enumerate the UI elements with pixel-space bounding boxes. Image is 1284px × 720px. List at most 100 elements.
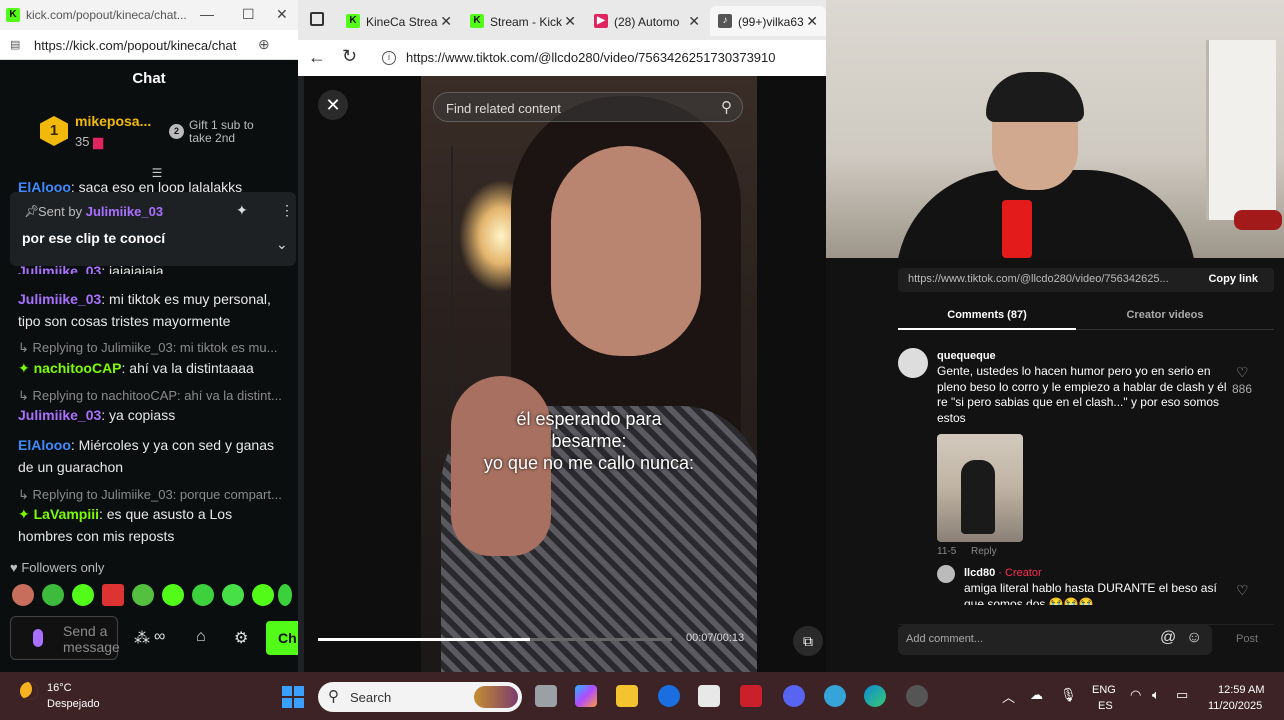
emote-icon[interactable] [72, 584, 94, 606]
gift-leaderboard[interactable]: 1 mikeposa... 35 ▆ 2 Gift 1 sub to take … [0, 100, 298, 180]
reply-context[interactable]: ↳ Replying to nachitooCAP: ahí va la dis… [18, 388, 290, 404]
comment-user[interactable]: llcd80 · Creator [964, 567, 1042, 579]
video-progress-bar[interactable] [318, 638, 672, 641]
avatar[interactable] [898, 348, 928, 378]
emote-icon[interactable] [222, 584, 244, 606]
emote-icon[interactable] [102, 584, 124, 606]
clock-date[interactable]: 11/20/2025 [1208, 700, 1262, 712]
heart-icon[interactable]: ♡ [1236, 582, 1249, 599]
more-options-icon[interactable]: ⋮ [280, 202, 294, 219]
chat-input[interactable]: Send a message [10, 616, 120, 660]
taskbar-search-placeholder[interactable]: Search [350, 690, 391, 705]
mic-icon[interactable]: 🎙︎ [1060, 687, 1077, 703]
tab-comments[interactable]: Comments (87) [898, 302, 1076, 330]
minimize-icon[interactable]: — [200, 6, 214, 22]
webcam-shape [986, 72, 1084, 122]
emote-icon[interactable] [278, 584, 292, 606]
weather-temp[interactable]: 16°C [47, 682, 72, 694]
task-view-icon[interactable] [535, 685, 557, 707]
pinned-message[interactable]: 📌︎ Sent by Julimiike_03 ✦ ⋮ por ese clip… [10, 192, 296, 266]
comment-input[interactable]: Add comment... @ ☺ [898, 625, 1212, 655]
emote-icon[interactable] [192, 584, 214, 606]
gear-icon[interactable]: ⚙ [234, 628, 248, 648]
comment-user[interactable]: quequeque [937, 350, 996, 362]
browser-tab[interactable]: K Stream - Kick ✕ [462, 6, 584, 36]
file-explorer-icon[interactable] [616, 685, 638, 707]
reload-icon[interactable]: ↻ [342, 46, 357, 67]
post-button[interactable]: Post [1236, 633, 1258, 645]
share-link[interactable]: https://www.tiktok.com/@llcdo280/video/7… [908, 273, 1178, 285]
leader-name[interactable]: mikeposa... [75, 113, 151, 129]
chevron-up-icon[interactable]: ︿ [1002, 687, 1015, 706]
browser-tab[interactable]: K KineCa Strea ✕ [338, 6, 460, 36]
site-info-icon[interactable]: i [382, 51, 396, 65]
hp-icon[interactable] [658, 685, 680, 707]
emote-icon[interactable] [252, 584, 274, 606]
windows-start-icon[interactable] [282, 686, 304, 708]
tab-actions-icon[interactable] [310, 12, 324, 26]
unpin-icon[interactable]: ✦ [236, 202, 248, 219]
weather-desc[interactable]: Despejado [47, 698, 100, 710]
store-icon[interactable]: ⌂ [196, 628, 206, 646]
comment-image[interactable] [937, 434, 1023, 542]
wifi-icon[interactable]: ◠ [1130, 687, 1141, 703]
copy-link-button[interactable]: Copy link [1208, 273, 1258, 285]
chat-send-button[interactable]: Ch [266, 621, 298, 655]
moon-icon[interactable] [20, 682, 38, 700]
infinity-icon[interactable]: ∞ [154, 628, 165, 646]
video-player[interactable]: Find related content ⚲ él esperando para… [421, 76, 757, 672]
obs-icon[interactable] [906, 685, 928, 707]
youtube-favicon-icon: ▶ [594, 14, 608, 28]
close-tab-icon[interactable]: ✕ [688, 13, 700, 30]
gift-text[interactable]: Gift 1 sub to take 2nd [189, 119, 279, 145]
reply-button[interactable]: Reply [971, 546, 997, 557]
keyboard-layout[interactable]: ES [1098, 700, 1113, 712]
close-tab-icon[interactable]: ✕ [564, 13, 576, 30]
close-video-button[interactable]: ✕ [318, 90, 348, 120]
find-related-search[interactable]: Find related content ⚲ [433, 92, 743, 122]
maximize-icon[interactable]: ☐ [242, 6, 255, 23]
battery-icon[interactable]: ▭ [1176, 687, 1188, 703]
language-indicator[interactable]: ENG [1092, 684, 1116, 696]
kick-url-bar[interactable]: ▤ https://kick.com/popout/kineca/chat ⊕ [0, 30, 298, 60]
tab-creator-videos[interactable]: Creator videos [1076, 302, 1254, 330]
reply-context[interactable]: ↳ Replying to Julimiike_03: porque compa… [18, 487, 290, 503]
mcafee-icon[interactable] [740, 685, 762, 707]
emote-icon[interactable] [162, 584, 184, 606]
taskbar-search[interactable]: ⚲ Search [318, 682, 522, 712]
chat-input-placeholder[interactable]: Send a message [63, 623, 120, 655]
heart-icon[interactable]: ♡ [1236, 364, 1249, 381]
kick-url[interactable]: https://kick.com/popout/kineca/chat [34, 38, 236, 53]
avatar[interactable] [937, 565, 955, 583]
zoom-icon[interactable]: ⊕ [258, 36, 270, 53]
browser-app-icon[interactable] [824, 685, 846, 707]
reply-context[interactable]: ↳ Replying to Julimiike_03: mi tiktok es… [18, 340, 290, 356]
comment-placeholder[interactable]: Add comment... [906, 633, 983, 645]
page-info-icon[interactable]: ▤ [10, 38, 20, 51]
browser-tab-active[interactable]: ♪ (99+)vilka63 ✕ [710, 6, 826, 36]
store-icon[interactable] [698, 685, 720, 707]
address-bar[interactable]: https://www.tiktok.com/@llcdo280/video/7… [406, 50, 776, 65]
chevron-down-icon[interactable]: ⌄ [276, 236, 288, 253]
discord-icon[interactable] [783, 685, 805, 707]
search-placeholder[interactable]: Find related content [446, 101, 561, 116]
pip-icon[interactable]: ⧉ [793, 626, 823, 656]
mic-icon[interactable] [33, 629, 43, 647]
emote-picker-icon[interactable]: ⁂ [134, 628, 150, 648]
browser-tab[interactable]: ▶ (28) Automo ✕ [586, 6, 708, 36]
close-tab-icon[interactable]: ✕ [806, 13, 818, 30]
emoji-icon[interactable]: ☺ [1186, 629, 1202, 647]
emote-icon[interactable] [132, 584, 154, 606]
close-window-icon[interactable]: ✕ [276, 6, 288, 23]
search-icon[interactable]: ⚲ [721, 98, 732, 116]
back-icon[interactable]: ← [308, 47, 326, 68]
copilot-icon[interactable] [575, 685, 597, 707]
emote-icon[interactable] [42, 584, 64, 606]
edge-icon[interactable] [864, 685, 886, 707]
clock-time[interactable]: 12:59 AM [1218, 684, 1264, 696]
onedrive-icon[interactable]: ☁ [1030, 687, 1043, 703]
emote-icon[interactable] [12, 584, 34, 606]
volume-icon[interactable]: 🔈︎ [1152, 687, 1160, 703]
close-tab-icon[interactable]: ✕ [440, 13, 452, 30]
mention-icon[interactable]: @ [1160, 629, 1176, 647]
